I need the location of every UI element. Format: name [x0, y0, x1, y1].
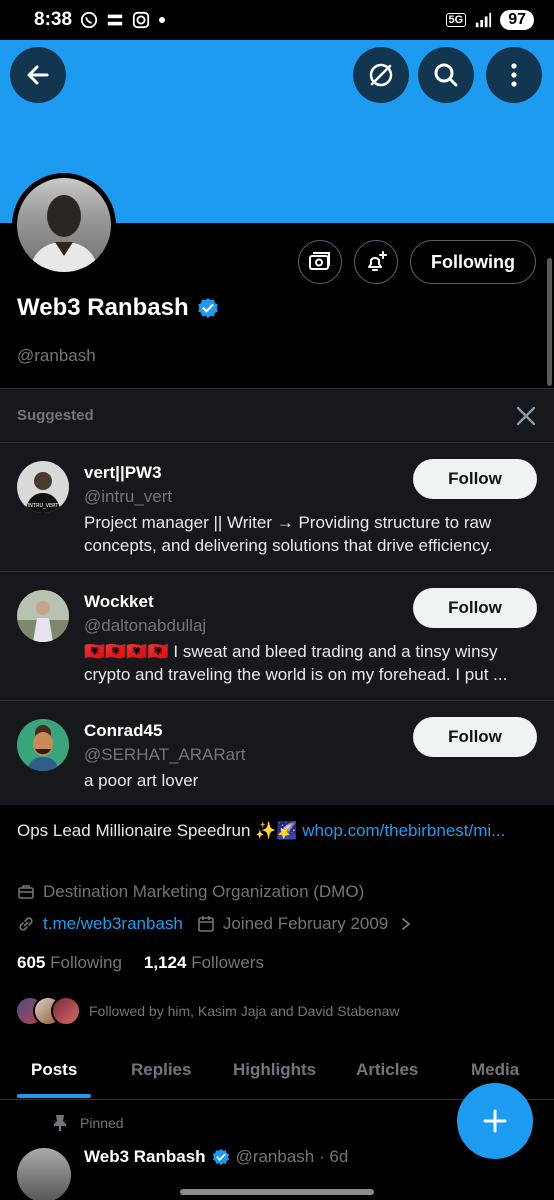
profile-bio: Ops Lead Millionaire Speedrun ✨🌠 whop.co… [17, 818, 537, 844]
followers-label: Followers [191, 953, 264, 972]
whatsapp-icon [80, 11, 98, 29]
follow-button[interactable]: Follow [413, 588, 537, 628]
follow-button[interactable]: Follow [413, 717, 537, 757]
suggested-user-card[interactable]: INTRU_VERT vert||PW3 @intru_vert Project… [0, 443, 554, 572]
following-count-link[interactable]: 605 Following [17, 953, 122, 973]
verified-badge-icon [212, 1148, 229, 1166]
briefcase-icon [18, 885, 34, 899]
search-icon [434, 63, 458, 87]
suggested-user-name[interactable]: Conrad45 [84, 721, 162, 741]
tab-media[interactable]: Media [471, 1060, 519, 1080]
profile-avatar[interactable] [12, 173, 116, 277]
suggested-panel: Suggested INTRU_VERT vert||PW3 @intru_ve… [0, 388, 554, 805]
tab-articles[interactable]: Articles [356, 1060, 418, 1080]
battery-indicator: 97 [500, 10, 534, 30]
suggested-user-card[interactable]: Conrad45 @SERHAT_ARARart a poor art love… [0, 701, 554, 830]
network-badge: 5G [445, 13, 467, 27]
tab-highlights[interactable]: Highlights [233, 1060, 316, 1080]
more-button[interactable] [486, 47, 542, 103]
active-tab-indicator [17, 1094, 91, 1098]
suggested-user-bio: 🇦🇱🇦🇱🇦🇱🇦🇱 I sweat and bleed trading and a… [84, 642, 508, 684]
tab-replies[interactable]: Replies [131, 1060, 191, 1080]
follow-counts: 605 Following 1,124 Followers [17, 953, 264, 973]
suggested-user-handle: @SERHAT_ARARart [84, 745, 246, 764]
post-handle-time: @ranbash · 6d [235, 1147, 349, 1166]
avatar[interactable]: INTRU_VERT [17, 461, 69, 513]
clock: 8:38 [34, 9, 73, 30]
profile-category: Destination Marketing Organization (DMO) [43, 882, 365, 901]
bio-link[interactable]: whop.com/thebirbnest/mi... [302, 821, 505, 840]
avatar-photo [29, 195, 99, 272]
plus-icon [483, 1109, 507, 1133]
tab-posts[interactable]: Posts [31, 1060, 77, 1080]
joined-date: Joined February 2009 [222, 914, 389, 933]
profile-name-row: Web3 Ranbash [17, 294, 219, 322]
suggested-user-handle: @intru_vert [84, 487, 173, 506]
suggested-user-card[interactable]: Wockket @daltonabdullaj 🇦🇱🇦🇱🇦🇱🇦🇱 I sweat… [0, 572, 554, 701]
post-header: Web3 Ranbash @ranbash · 6d [84, 1147, 348, 1167]
suggested-user-bio: a poor art lover [84, 771, 199, 790]
followed-by-row[interactable]: Followed by him, Kasim Jaja and David St… [15, 996, 400, 1026]
grok-button[interactable] [353, 47, 409, 103]
home-indicator[interactable] [180, 1189, 374, 1195]
scrollbar[interactable] [547, 258, 552, 386]
money-icon [309, 252, 331, 270]
more-vertical-icon [511, 63, 517, 87]
close-icon[interactable] [515, 405, 537, 427]
verified-badge-icon [197, 298, 218, 318]
suggested-user-bio: Project manager || Writer → Providing st… [84, 513, 493, 555]
svg-text:INTRU_VERT: INTRU_VERT [28, 503, 60, 509]
sim-icon [107, 14, 123, 26]
pinned-indicator: Pinned [52, 1114, 124, 1132]
bio-text: Ops Lead Millionaire Speedrun ✨🌠 [17, 821, 303, 840]
profile-name: Web3 Ranbash [17, 294, 189, 321]
following-count: 605 [17, 953, 46, 972]
profile-handle: @ranbash [17, 346, 96, 365]
profile-actions: Following [298, 240, 536, 284]
avatar[interactable] [17, 1148, 71, 1200]
followed-by-avatars [15, 996, 81, 1026]
suggested-user-name[interactable]: Wockket [84, 592, 154, 612]
following-button[interactable]: Following [410, 240, 536, 284]
followed-by-text: Followed by him, Kasim Jaja and David St… [89, 1003, 400, 1019]
post-author[interactable]: Web3 Ranbash [84, 1147, 206, 1167]
instagram-icon [132, 11, 150, 29]
signal-icon [476, 12, 492, 28]
notifications-button[interactable] [354, 240, 399, 284]
pin-icon [54, 1115, 66, 1131]
back-button[interactable] [10, 47, 66, 103]
grok-icon [369, 63, 393, 87]
compose-button[interactable] [457, 1083, 533, 1159]
following-label: Following [50, 953, 122, 972]
follow-button[interactable]: Follow [413, 459, 537, 499]
subscribe-button[interactable] [298, 240, 343, 284]
website-link[interactable]: t.me/web3ranbash [43, 914, 183, 934]
suggested-user-handle: @daltonabdullaj [84, 616, 207, 635]
suggested-user-name[interactable]: vert||PW3 [84, 463, 162, 483]
bell-plus-icon [368, 251, 388, 271]
link-icon [19, 917, 33, 931]
chevron-right-icon[interactable] [400, 917, 412, 931]
avatar[interactable] [17, 590, 69, 642]
profile-links-row: t.me/web3ranbash Joined February 2009 [17, 914, 412, 934]
suggested-header: Suggested [0, 389, 554, 443]
avatar[interactable] [17, 719, 69, 771]
pinned-label: Pinned [80, 1115, 124, 1131]
dot-icon [159, 17, 166, 23]
avatar [51, 996, 81, 1026]
status-bar: 8:38 5G 97 [0, 0, 554, 40]
followers-count: 1,124 [143, 953, 187, 972]
suggested-title: Suggested [17, 407, 94, 424]
followers-count-link[interactable]: 1,124 Followers [144, 953, 264, 973]
search-button[interactable] [418, 47, 474, 103]
arrow-left-icon [27, 65, 49, 85]
profile-category-row: Destination Marketing Organization (DMO) [17, 882, 364, 902]
calendar-icon [198, 916, 214, 932]
